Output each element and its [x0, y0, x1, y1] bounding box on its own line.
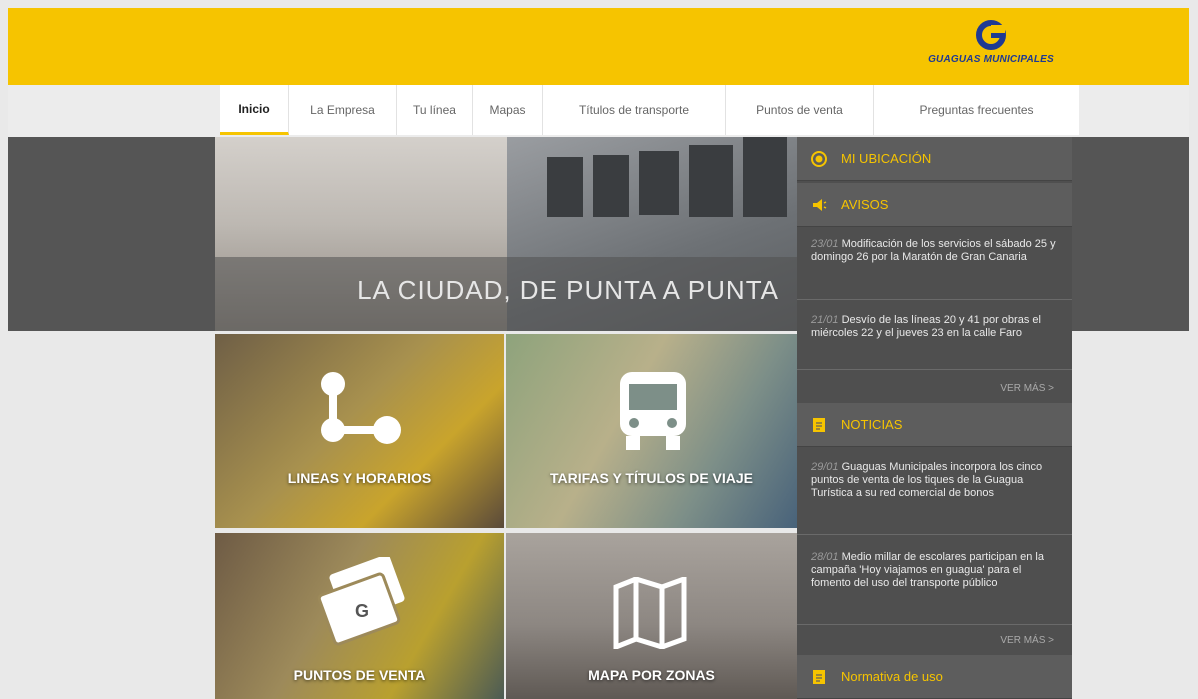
tile-tarifas-titulos[interactable]: TARIFAS Y TÍTULOS DE VIAJE [506, 334, 797, 528]
mi-ubicacion-header[interactable]: MI UBICACIÓN [797, 137, 1072, 181]
location-target-icon [811, 150, 827, 167]
noticias-ver-mas-link[interactable]: VER MÁS > [797, 631, 1072, 651]
noticias-header[interactable]: NOTICIAS [797, 403, 1072, 447]
nav-bar: Inicio La Empresa Tu línea Mapas Títulos… [8, 85, 1189, 137]
tile-mapa-zonas[interactable]: MAPA POR ZONAS [506, 533, 797, 699]
avisos-ver-mas-link[interactable]: VER MÁS > [797, 379, 1072, 399]
document-icon [813, 417, 825, 432]
news-date: 23/01 [811, 238, 839, 250]
section-title: AVISOS [841, 197, 889, 212]
map-icon [613, 577, 687, 649]
hero-caption-band: LA CIUDAD, DE PUNTA A PUNTA [215, 257, 797, 331]
nav-inicio[interactable]: Inicio [220, 85, 289, 135]
news-text: Guaguas Municipales incorpora los cinco … [811, 461, 1043, 499]
news-text: Medio millar de escolares participan en … [811, 551, 1044, 589]
nav-tu-linea[interactable]: Tu línea [397, 85, 473, 135]
route-icon [321, 372, 401, 444]
hero-banner[interactable]: LA CIUDAD, DE PUNTA A PUNTA [215, 137, 797, 331]
nav-mapas[interactable]: Mapas [473, 85, 543, 135]
tile-label: MAPA POR ZONAS [588, 667, 715, 683]
header-bar: GUAGUAS MUNICIPALES [8, 8, 1189, 85]
svg-text:G: G [355, 601, 369, 621]
noticia-item[interactable]: 28/01 Medio millar de escolares particip… [797, 551, 1072, 625]
noticia-item[interactable]: 29/01 Guaguas Municipales incorpora los … [797, 461, 1072, 535]
tile-label: PUNTOS DE VENTA [293, 667, 426, 683]
bus-icon [620, 372, 686, 450]
news-date: 29/01 [811, 461, 839, 473]
hero-caption: LA CIUDAD, DE PUNTA A PUNTA [357, 275, 779, 305]
sidebar: MI UBICACIÓN AVISOS 23/01 Modificación d… [797, 137, 1072, 699]
brand-name: GUAGUAS MUNICIPALES [928, 54, 1054, 65]
normativa-header[interactable]: Normativa de uso [797, 655, 1072, 699]
tile-puntos-venta[interactable]: G PUNTOS DE VENTA [215, 533, 504, 699]
megaphone-icon [813, 198, 827, 211]
news-text: Desvío de las líneas 20 y 41 por obras e… [811, 314, 1041, 339]
section-title: NOTICIAS [841, 417, 903, 432]
main-nav: Inicio La Empresa Tu línea Mapas Títulos… [220, 85, 1079, 135]
document-icon [813, 669, 825, 684]
avisos-header[interactable]: AVISOS [797, 183, 1072, 227]
news-date: 28/01 [811, 551, 839, 563]
news-text: Modificación de los servicios el sábado … [811, 238, 1056, 263]
logo-g-icon [976, 20, 1006, 50]
section-title: MI UBICACIÓN [841, 151, 932, 166]
tile-label: TARIFAS Y TÍTULOS DE VIAJE [549, 470, 754, 486]
ticket-card-icon: G [317, 557, 405, 646]
nav-titulos-transporte[interactable]: Títulos de transporte [543, 85, 726, 135]
aviso-item[interactable]: 23/01 Modificación de los servicios el s… [797, 238, 1072, 300]
nav-puntos-venta[interactable]: Puntos de venta [726, 85, 874, 135]
site-logo[interactable]: GUAGUAS MUNICIPALES [926, 20, 1056, 80]
section-title: Normativa de uso [841, 669, 943, 684]
nav-preguntas-frecuentes[interactable]: Preguntas frecuentes [874, 85, 1079, 135]
nav-la-empresa[interactable]: La Empresa [289, 85, 397, 135]
tile-lineas-horarios[interactable]: LINEAS Y HORARIOS [215, 334, 504, 528]
news-date: 21/01 [811, 314, 839, 326]
aviso-item[interactable]: 21/01 Desvío de las líneas 20 y 41 por o… [797, 314, 1072, 370]
tile-label: LINEAS Y HORARIOS [287, 470, 432, 486]
